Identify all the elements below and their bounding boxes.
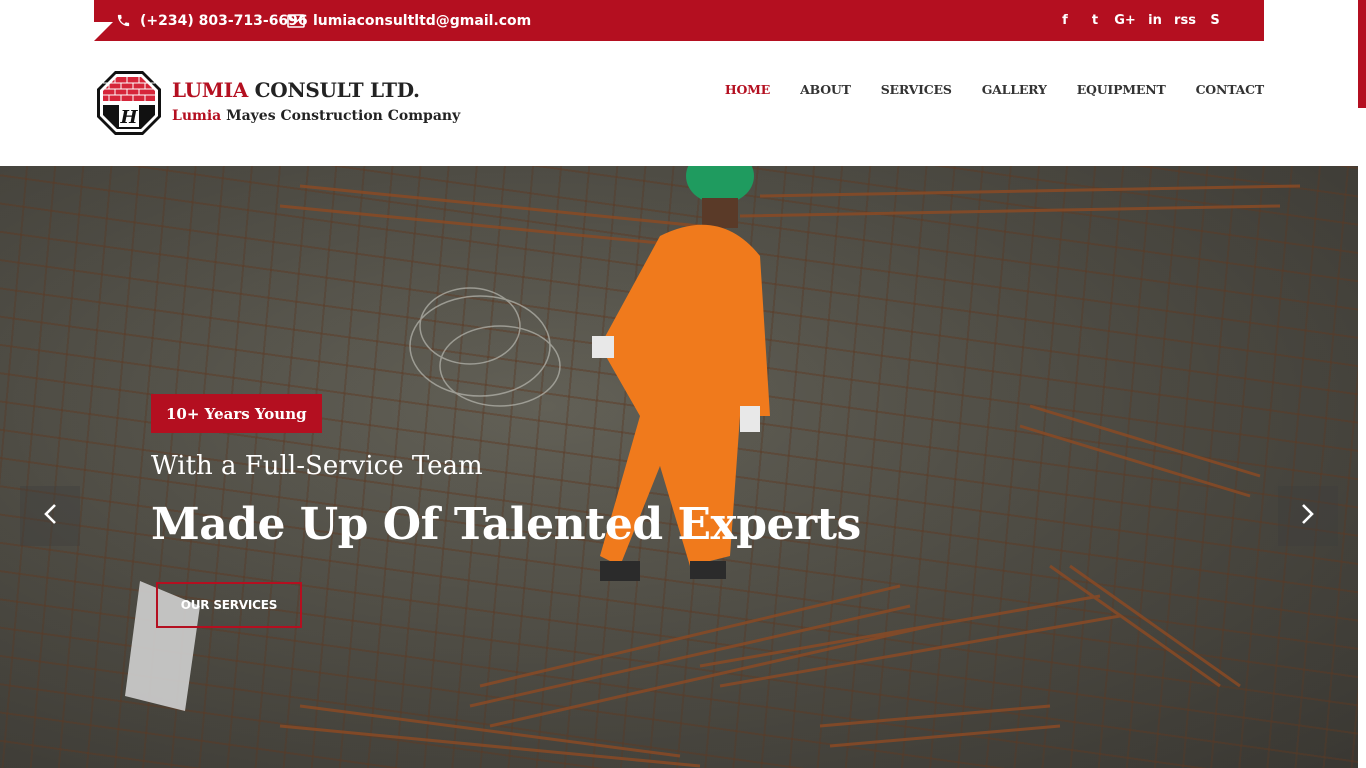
nav-equipment[interactable]: EQUIPMENT — [1077, 82, 1166, 97]
phone-icon — [114, 12, 132, 30]
facebook-icon[interactable]: f — [1050, 13, 1080, 28]
nav-services[interactable]: SERVICES — [881, 82, 952, 97]
main-nav: HOME ABOUT SERVICES GALLERY EQUIPMENT CO… — [725, 82, 1264, 97]
company-logo[interactable]: H — [95, 69, 163, 137]
slider-next-button[interactable] — [1278, 486, 1338, 546]
google-plus-icon[interactable]: G+ — [1110, 13, 1140, 28]
hero-subtitle: With a Full-Service Team — [151, 451, 483, 481]
brand-title[interactable]: LUMIA CONSULT LTD. — [172, 78, 420, 102]
hero-title: Made Up Of Talented Experts — [151, 499, 861, 550]
brand-title-rest: CONSULT LTD. — [247, 78, 420, 102]
envelope-icon — [287, 12, 305, 30]
phone-number: (+234) 803-713-6696 — [140, 12, 308, 29]
scrollbar[interactable] — [1358, 0, 1366, 768]
chevron-right-icon — [1301, 503, 1315, 530]
phone-contact[interactable]: (+234) 803-713-6696 — [114, 0, 308, 41]
years-badge: 10+ Years Young — [151, 394, 322, 433]
scrollbar-thumb[interactable] — [1358, 0, 1366, 108]
email-address: lumiaconsultltd@gmail.com — [313, 12, 532, 29]
top-bar-fold — [94, 22, 113, 41]
svg-text:H: H — [119, 107, 138, 128]
social-links: f t G+ in rss S — [1050, 0, 1230, 41]
email-contact[interactable]: lumiaconsultltd@gmail.com — [287, 0, 531, 41]
twitter-icon[interactable]: t — [1080, 13, 1110, 28]
our-services-button[interactable]: OUR SERVICES — [156, 582, 302, 628]
brand-title-accent: LUMIA — [172, 78, 248, 102]
slider-prev-button[interactable] — [20, 486, 80, 546]
nav-home[interactable]: HOME — [725, 82, 770, 97]
brand-subtitle-rest: Mayes Construction Company — [221, 108, 461, 124]
skype-icon[interactable]: S — [1200, 13, 1230, 28]
rss-icon[interactable]: rss — [1170, 13, 1200, 28]
brand-subtitle: Lumia Mayes Construction Company — [172, 108, 460, 124]
chevron-left-icon — [43, 503, 57, 530]
nav-gallery[interactable]: GALLERY — [982, 82, 1047, 97]
hero-slider: 10+ Years Young With a Full-Service Team… — [0, 166, 1358, 768]
nav-contact[interactable]: CONTACT — [1196, 82, 1265, 97]
brand-subtitle-accent: Lumia — [172, 108, 222, 124]
linkedin-icon[interactable]: in — [1140, 13, 1170, 28]
nav-about[interactable]: ABOUT — [800, 82, 851, 97]
